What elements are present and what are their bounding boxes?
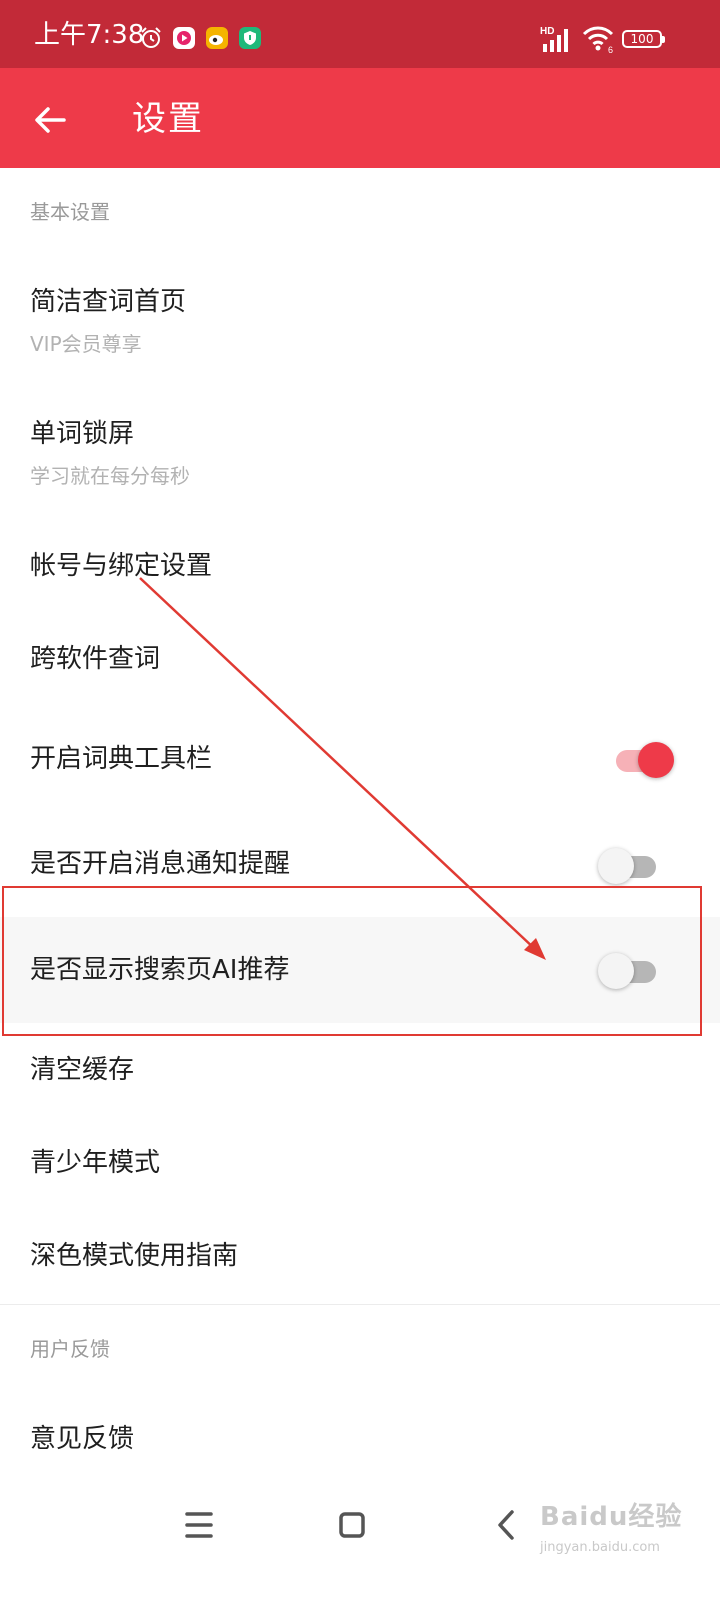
setting-title-lock-screen: 单词锁屏 (30, 419, 135, 449)
watermark-url: jingyan.baidu.com (540, 1540, 660, 1555)
setting-subtitle-simple-home: VIP会员尊享 (30, 332, 142, 356)
setting-title-youth-mode: 青少年模式 (30, 1148, 161, 1178)
toggle-thumb (598, 848, 634, 884)
back-icon[interactable] (482, 1500, 532, 1550)
setting-title-cross-app: 跨软件查词 (30, 644, 161, 674)
setting-title-toolbar: 开启词典工具栏 (30, 744, 213, 774)
page-title: 设置 (132, 99, 204, 139)
setting-title-simple-home: 简洁查词首页 (30, 287, 187, 317)
section-header-basic: 基本设置 (30, 200, 110, 224)
section-header-feedback: 用户反馈 (30, 1337, 110, 1361)
status-time: 上午7:38 (34, 20, 145, 50)
wifi-icon: 6 (582, 26, 614, 54)
battery-level: 100 (630, 32, 654, 46)
setting-title-clear-cache: 清空缓存 (30, 1055, 135, 1085)
alarm-icon (141, 27, 161, 48)
app-bar: 设置 (0, 68, 720, 168)
setting-row-lock-screen[interactable] (0, 392, 720, 512)
toggle-thumb (638, 742, 674, 778)
menu-icon[interactable] (174, 1500, 224, 1550)
setting-title-account: 帐号与绑定设置 (30, 551, 213, 581)
video-app-icon (173, 27, 195, 49)
toolbar-toggle[interactable] (614, 739, 674, 779)
watermark-brand: Baidu经验 (540, 1502, 683, 1532)
wifi-badge: 6 (608, 45, 613, 54)
network-label: HD (540, 26, 554, 37)
shield-app-icon (239, 27, 261, 49)
weibo-icon (206, 27, 228, 49)
watermark: Baidu经验 jingyan.baidu.com (540, 1496, 710, 1566)
home-icon[interactable] (327, 1500, 377, 1550)
status-bar: 上午7:38 HD 6 100 (0, 0, 720, 68)
battery-icon: 100 (622, 30, 665, 48)
setting-row-simple-home[interactable] (0, 260, 720, 380)
setting-title-dark-mode: 深色模式使用指南 (30, 1241, 239, 1271)
notification-toggle[interactable] (598, 845, 658, 885)
setting-title-notification: 是否开启消息通知提醒 (30, 849, 291, 879)
arrow-left-icon[interactable] (30, 100, 70, 140)
setting-title-feedback: 意见反馈 (30, 1424, 135, 1454)
signal-icon: HD (540, 26, 568, 52)
annotation-highlight-box (2, 886, 702, 1036)
setting-subtitle-lock-screen: 学习就在每分每秒 (30, 464, 190, 488)
section-divider (0, 1304, 720, 1305)
